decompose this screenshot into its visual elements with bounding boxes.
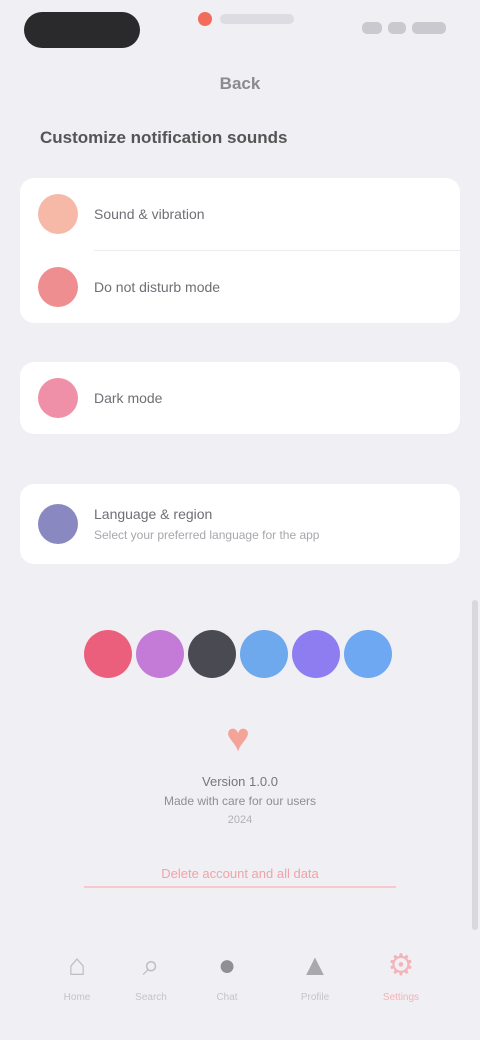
tab-search[interactable]: ⌕ Search	[116, 944, 186, 1003]
wifi-icon	[388, 22, 406, 34]
tab-label: Chat	[216, 992, 238, 1003]
row-label: Language & region	[94, 506, 213, 522]
color-swatch-sky[interactable]	[240, 630, 288, 678]
recording-label	[220, 14, 294, 24]
record-dot-icon	[198, 12, 212, 26]
color-swatch-pink[interactable]	[84, 630, 132, 678]
color-swatch-violet[interactable]	[292, 630, 340, 678]
status-bar	[0, 0, 480, 62]
search-icon: ⌕	[142, 949, 160, 982]
chat-icon: ●	[217, 949, 237, 982]
delete-account-button[interactable]: Delete account and all data	[84, 860, 396, 888]
row-dark-mode[interactable]: Dark mode	[20, 362, 460, 434]
recording-indicator	[198, 12, 294, 26]
tab-label: Home	[63, 992, 91, 1003]
color-swatch-purple[interactable]	[136, 630, 184, 678]
gear-icon: ⚙	[387, 949, 415, 982]
signal-icon	[362, 22, 382, 34]
row-sound-vibration[interactable]: Sound & vibration	[20, 178, 460, 250]
tab-label: Profile	[300, 992, 330, 1003]
heart-icon: ♥	[226, 716, 250, 760]
app-tagline: Made with care for our users	[163, 794, 317, 808]
tab-home[interactable]: ⌂ Home	[42, 944, 112, 1003]
nav-back[interactable]: Back	[0, 74, 480, 94]
row-sublabel: Select your preferred language for the a…	[94, 528, 320, 542]
half-moon-icon	[38, 378, 78, 418]
color-swatch-charcoal[interactable]	[188, 630, 236, 678]
tab-bar: ⌂ Home ⌕ Search ● Chat ▲ Profile ⚙ Setti…	[0, 930, 480, 1040]
theme-color-picker	[84, 630, 392, 678]
settings-card-appearance: Dark mode	[20, 362, 460, 434]
battery-icon	[412, 22, 446, 34]
moon-icon	[38, 267, 78, 307]
tab-settings[interactable]: ⚙ Settings	[366, 944, 436, 1003]
tab-label: Search	[135, 992, 167, 1003]
row-language[interactable]: Language & region Select your preferred …	[20, 484, 460, 564]
section-title: Customize notification sounds	[40, 128, 288, 147]
bell-icon	[38, 194, 78, 234]
settings-card-notifications: Sound & vibration Do not disturb mode	[20, 178, 460, 323]
row-label: Do not disturb mode	[94, 279, 221, 295]
color-swatch-blue[interactable]	[344, 630, 392, 678]
app-version: Version 1.0.0	[202, 774, 278, 789]
home-icon: ⌂	[67, 949, 87, 982]
dynamic-island	[24, 12, 140, 48]
globe-icon	[38, 504, 78, 544]
row-label: Dark mode	[94, 390, 163, 406]
tab-label: Settings	[382, 992, 420, 1003]
row-label: Sound & vibration	[94, 206, 205, 222]
scrollbar[interactable]	[472, 600, 478, 930]
copyright: 2024	[227, 814, 253, 826]
settings-card-language: Language & region Select your preferred …	[20, 484, 460, 564]
tab-profile[interactable]: ▲ Profile	[280, 944, 350, 1003]
tab-chat[interactable]: ● Chat	[192, 944, 262, 1003]
row-do-not-disturb[interactable]: Do not disturb mode	[20, 251, 460, 323]
system-icons	[362, 22, 446, 34]
user-icon: ▲	[300, 949, 330, 982]
